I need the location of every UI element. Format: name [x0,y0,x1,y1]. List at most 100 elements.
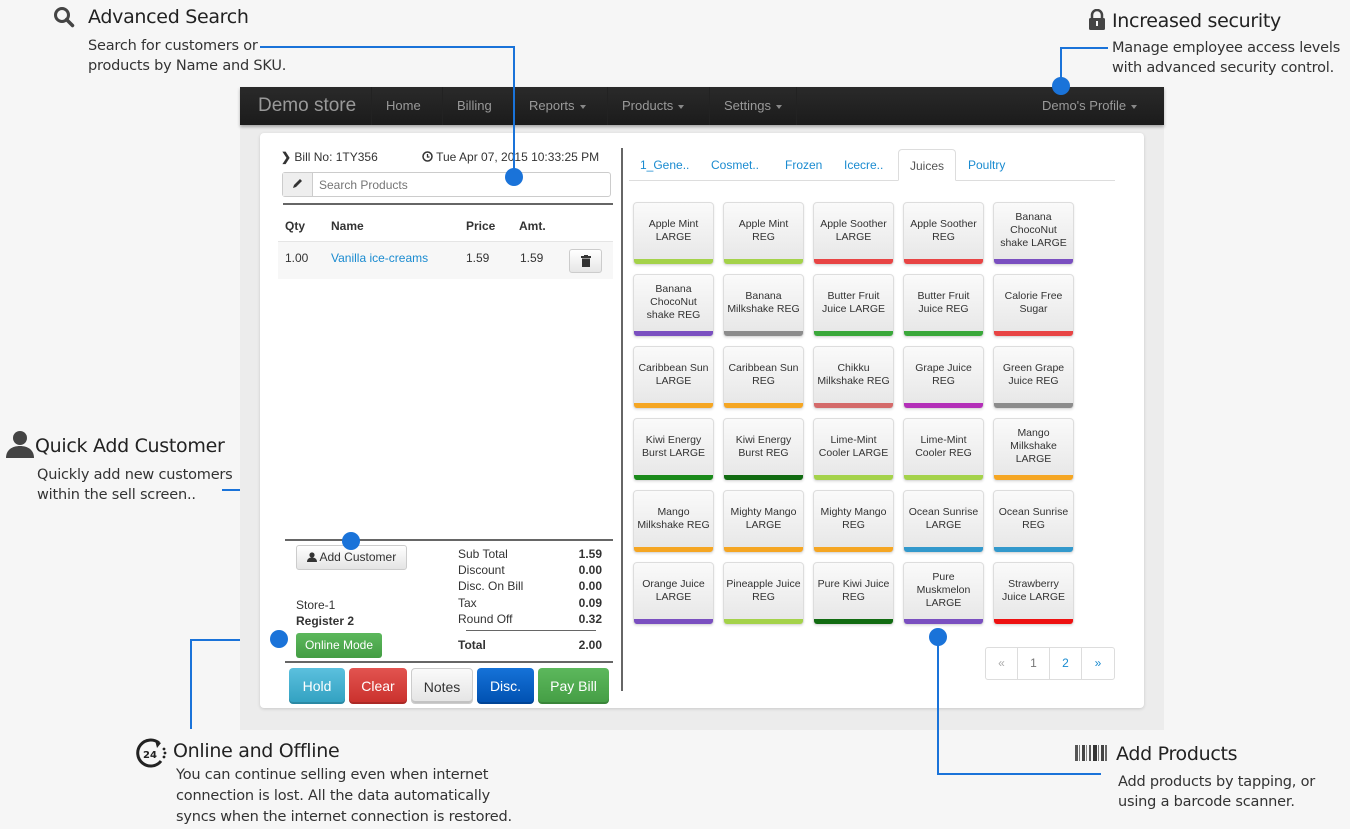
person-icon [306,552,317,562]
online-offline-title: Online and Offline [173,740,340,762]
product-tile[interactable]: Kiwi Energy Burst LARGE [633,418,714,481]
product-tile[interactable]: Mighty Mango REG [813,490,894,553]
callout-dot [342,532,360,550]
col-name: Name [331,219,364,233]
product-tile[interactable]: Butter Fruit Juice LARGE [813,274,894,337]
pencil-icon[interactable] [283,173,313,196]
product-tile[interactable]: Banana ChocoNut shake REG [633,274,714,337]
product-tile[interactable]: Kiwi Energy Burst REG [723,418,804,481]
quick-add-customer-desc: Quickly add new customers within the sel… [37,465,233,505]
tab-general[interactable]: 1_Gene.. [629,149,700,181]
pay-bill-button[interactable]: Pay Bill [538,668,609,704]
row-amt: 1.59 [520,251,544,265]
panel-divider [621,148,623,691]
product-tile[interactable]: Ocean Sunrise LARGE [903,490,984,553]
product-tile[interactable]: Ocean Sunrise REG [993,490,1074,553]
page-1[interactable]: 1 [1018,648,1050,679]
row-qty: 1.00 [285,251,309,265]
tab-frozen[interactable]: Frozen [774,149,833,181]
col-qty: Qty [285,219,306,233]
subtotal-value: 1.59 [578,547,602,561]
product-tile[interactable]: Mango Milkshake LARGE [993,418,1074,481]
tab-cosmetics[interactable]: Cosmet.. [700,149,770,181]
lock-icon [1088,8,1106,36]
product-tile[interactable]: Strawberry Juice LARGE [993,562,1074,625]
product-tile[interactable]: Caribbean Sun LARGE [633,346,714,409]
discount-label: Discount [458,563,505,577]
product-tile[interactable]: Lime-Mint Cooler REG [903,418,984,481]
product-name: Apple Mint REG [738,217,789,243]
product-tile[interactable]: Grape Juice REG [903,346,984,409]
discount-value: 0.00 [578,563,602,577]
nav-products[interactable]: Products [607,87,698,125]
product-color-bar [724,475,803,480]
product-tile[interactable]: Calorie Free Sugar [993,274,1074,337]
row-name-link[interactable]: Vanilla ice-creams [331,251,428,265]
callout-line [513,46,515,176]
table-row [278,241,613,279]
product-name: Apple Mint LARGE [648,217,699,243]
product-tile[interactable]: Caribbean Sun REG [723,346,804,409]
advanced-search-desc: Search for customers or products by Name… [88,36,286,76]
nav-label: Reports [529,98,575,113]
product-tile[interactable]: Pineapple Juice REG [723,562,804,625]
product-name: Ocean Sunrise LARGE [908,505,979,531]
product-name: Butter Fruit Juice REG [917,289,970,315]
search-products-input[interactable] [314,173,610,196]
online-mode-button[interactable]: Online Mode [296,633,382,658]
desc-line: Add products by tapping, or [1118,774,1316,790]
product-color-bar [814,547,893,552]
delete-item-button[interactable] [569,249,602,273]
page-next[interactable]: » [1082,648,1114,679]
product-color-bar [634,475,713,480]
product-name: Green Grape Juice REG [1002,361,1065,387]
product-tile[interactable]: Banana ChocoNut shake LARGE [993,202,1074,265]
caret-down-icon [775,104,782,109]
product-tile[interactable]: Pure Kiwi Juice REG [813,562,894,625]
nav-billing[interactable]: Billing [442,87,506,125]
tab-poultry[interactable]: Poultry [957,149,1016,181]
nav-profile[interactable]: Demo's Profile [1028,87,1151,125]
tab-icecream[interactable]: Icecre.. [833,149,894,181]
nav-label: Products [622,98,674,113]
product-color-bar [814,475,893,480]
product-tile[interactable]: Green Grape Juice REG [993,346,1074,409]
page-prev[interactable]: « [986,648,1018,679]
product-tile[interactable]: Apple Mint REG [723,202,804,265]
tax-value: 0.09 [578,596,602,610]
product-tile[interactable]: Lime-Mint Cooler LARGE [813,418,894,481]
product-tile[interactable]: Mighty Mango LARGE [723,490,804,553]
navbar: Demo store Home Billing Reports Products… [240,87,1164,125]
callout-dot [505,168,523,186]
product-color-bar [634,619,713,624]
product-tile[interactable]: Orange Juice LARGE [633,562,714,625]
product-tile[interactable]: Apple Mint LARGE [633,202,714,265]
product-search [282,172,611,197]
discount-button[interactable]: Disc. [477,668,534,704]
subtotal-label: Sub Total [458,547,508,561]
page-2[interactable]: 2 [1050,648,1082,679]
pay-bill-label: Pay Bill [550,678,597,694]
disc-on-bill-label: Disc. On Bill [458,579,524,593]
product-tile[interactable]: Apple Soother LARGE [813,202,894,265]
tab-juices[interactable]: Juices [898,149,957,181]
product-tile[interactable]: Banana Milkshake REG [723,274,804,337]
hold-button[interactable]: Hold [289,668,345,704]
nav-settings[interactable]: Settings [709,87,797,125]
product-name: Kiwi Energy Burst LARGE [641,433,706,459]
callout-line [1060,47,1108,49]
nav-reports[interactable]: Reports [514,87,600,125]
register-name: Register 2 [296,614,355,628]
brand[interactable]: Demo store [258,95,356,117]
product-tile[interactable]: Butter Fruit Juice REG [903,274,984,337]
clear-button[interactable]: Clear [349,668,407,704]
nav-home[interactable]: Home [371,87,435,125]
product-tile[interactable]: Pure Muskmelon LARGE [903,562,984,625]
product-color-bar [904,619,983,624]
add-products-desc: Add products by tapping, or using a barc… [1118,772,1315,812]
product-tile[interactable]: Apple Soother REG [903,202,984,265]
increased-security-desc: Manage employee access levels with advan… [1112,38,1340,78]
product-tile[interactable]: Mango Milkshake REG [633,490,714,553]
notes-button[interactable]: Notes [411,668,473,704]
product-tile[interactable]: Chikku Milkshake REG [813,346,894,409]
